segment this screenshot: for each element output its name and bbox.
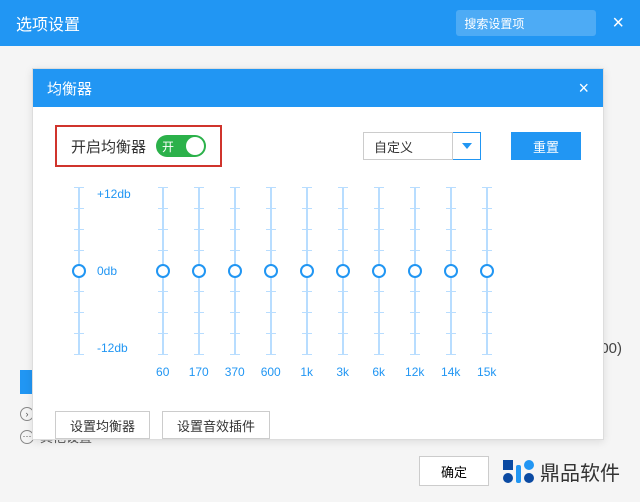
band-label: 600 — [261, 365, 281, 379]
band-slider-600[interactable]: 600 — [253, 187, 289, 379]
enable-toggle[interactable]: 开 — [156, 135, 206, 157]
controls-row: 开启均衡器 开 自定义 重置 — [55, 125, 581, 167]
brand-name: 鼎品软件 — [540, 457, 620, 486]
search-placeholder: 搜索设置项 — [464, 15, 524, 32]
modal-body: 开启均衡器 开 自定义 重置 — [33, 107, 603, 397]
toggle-knob — [186, 137, 204, 155]
band-slider-14k[interactable]: 14k — [433, 187, 469, 379]
slider-knob[interactable] — [156, 264, 170, 278]
search-input[interactable]: 搜索设置项 — [456, 10, 596, 36]
band-label: 1k — [300, 365, 313, 379]
slider-knob[interactable] — [408, 264, 422, 278]
slider-knob[interactable] — [372, 264, 386, 278]
band-label: 3k — [336, 365, 349, 379]
equalizer-sliders: +12db 0db -12db 60 170 370 600 1k 3k 6k 12k 14k 1… — [55, 187, 581, 379]
band-label: 14k — [441, 365, 460, 379]
modal-header: 均衡器 × — [33, 69, 603, 107]
slider-knob[interactable] — [300, 264, 314, 278]
preset-value: 自定义 — [363, 132, 453, 160]
modal-close-icon[interactable]: × — [578, 78, 589, 99]
enable-label: 开启均衡器 — [71, 136, 146, 157]
master-slider[interactable] — [61, 187, 97, 379]
band-slider-3k[interactable]: 3k — [325, 187, 361, 379]
main-header: 选项设置 搜索设置项 × — [0, 0, 640, 46]
band-slider-370[interactable]: 370 — [217, 187, 253, 379]
slider-knob[interactable] — [264, 264, 278, 278]
db-scale: +12db 0db -12db — [97, 187, 131, 355]
band-label: 370 — [225, 365, 245, 379]
confirm-button[interactable]: 确定 — [419, 456, 489, 486]
slider-knob[interactable] — [444, 264, 458, 278]
slider-knob[interactable] — [336, 264, 350, 278]
band-label: 170 — [189, 365, 209, 379]
band-slider-15k[interactable]: 15k — [469, 187, 505, 379]
slider-knob[interactable] — [228, 264, 242, 278]
band-label: 15k — [477, 365, 496, 379]
band-label: 60 — [156, 365, 169, 379]
modal-title: 均衡器 — [47, 78, 578, 99]
band-label: 12k — [405, 365, 424, 379]
footer: 确定 鼎品软件 — [419, 456, 620, 486]
slider-knob[interactable] — [72, 264, 86, 278]
brand-logo: 鼎品软件 — [503, 457, 620, 486]
band-slider-1k[interactable]: 1k — [289, 187, 325, 379]
band-slider-6k[interactable]: 6k — [361, 187, 397, 379]
logo-icon — [503, 460, 534, 483]
band-slider-12k[interactable]: 12k — [397, 187, 433, 379]
band-label: 6k — [372, 365, 385, 379]
slider-knob[interactable] — [192, 264, 206, 278]
page-title: 选项设置 — [16, 11, 456, 35]
eq-settings-button[interactable]: 设置均衡器 — [55, 411, 150, 439]
band-slider-60[interactable]: 60 — [145, 187, 181, 379]
slider-knob[interactable] — [480, 264, 494, 278]
equalizer-modal: 均衡器 × 开启均衡器 开 自定义 重置 — [32, 68, 604, 440]
band-slider-170[interactable]: 170 — [181, 187, 217, 379]
close-icon[interactable]: × — [612, 12, 624, 35]
plugin-settings-button[interactable]: 设置音效插件 — [162, 411, 270, 439]
enable-eq-highlight: 开启均衡器 开 — [55, 125, 222, 167]
toggle-text: 开 — [156, 138, 174, 155]
preset-select[interactable]: 自定义 — [363, 132, 481, 160]
reset-button[interactable]: 重置 — [511, 132, 581, 160]
bottom-buttons: 设置均衡器 设置音效插件 — [33, 397, 603, 439]
chevron-down-icon[interactable] — [453, 132, 481, 160]
